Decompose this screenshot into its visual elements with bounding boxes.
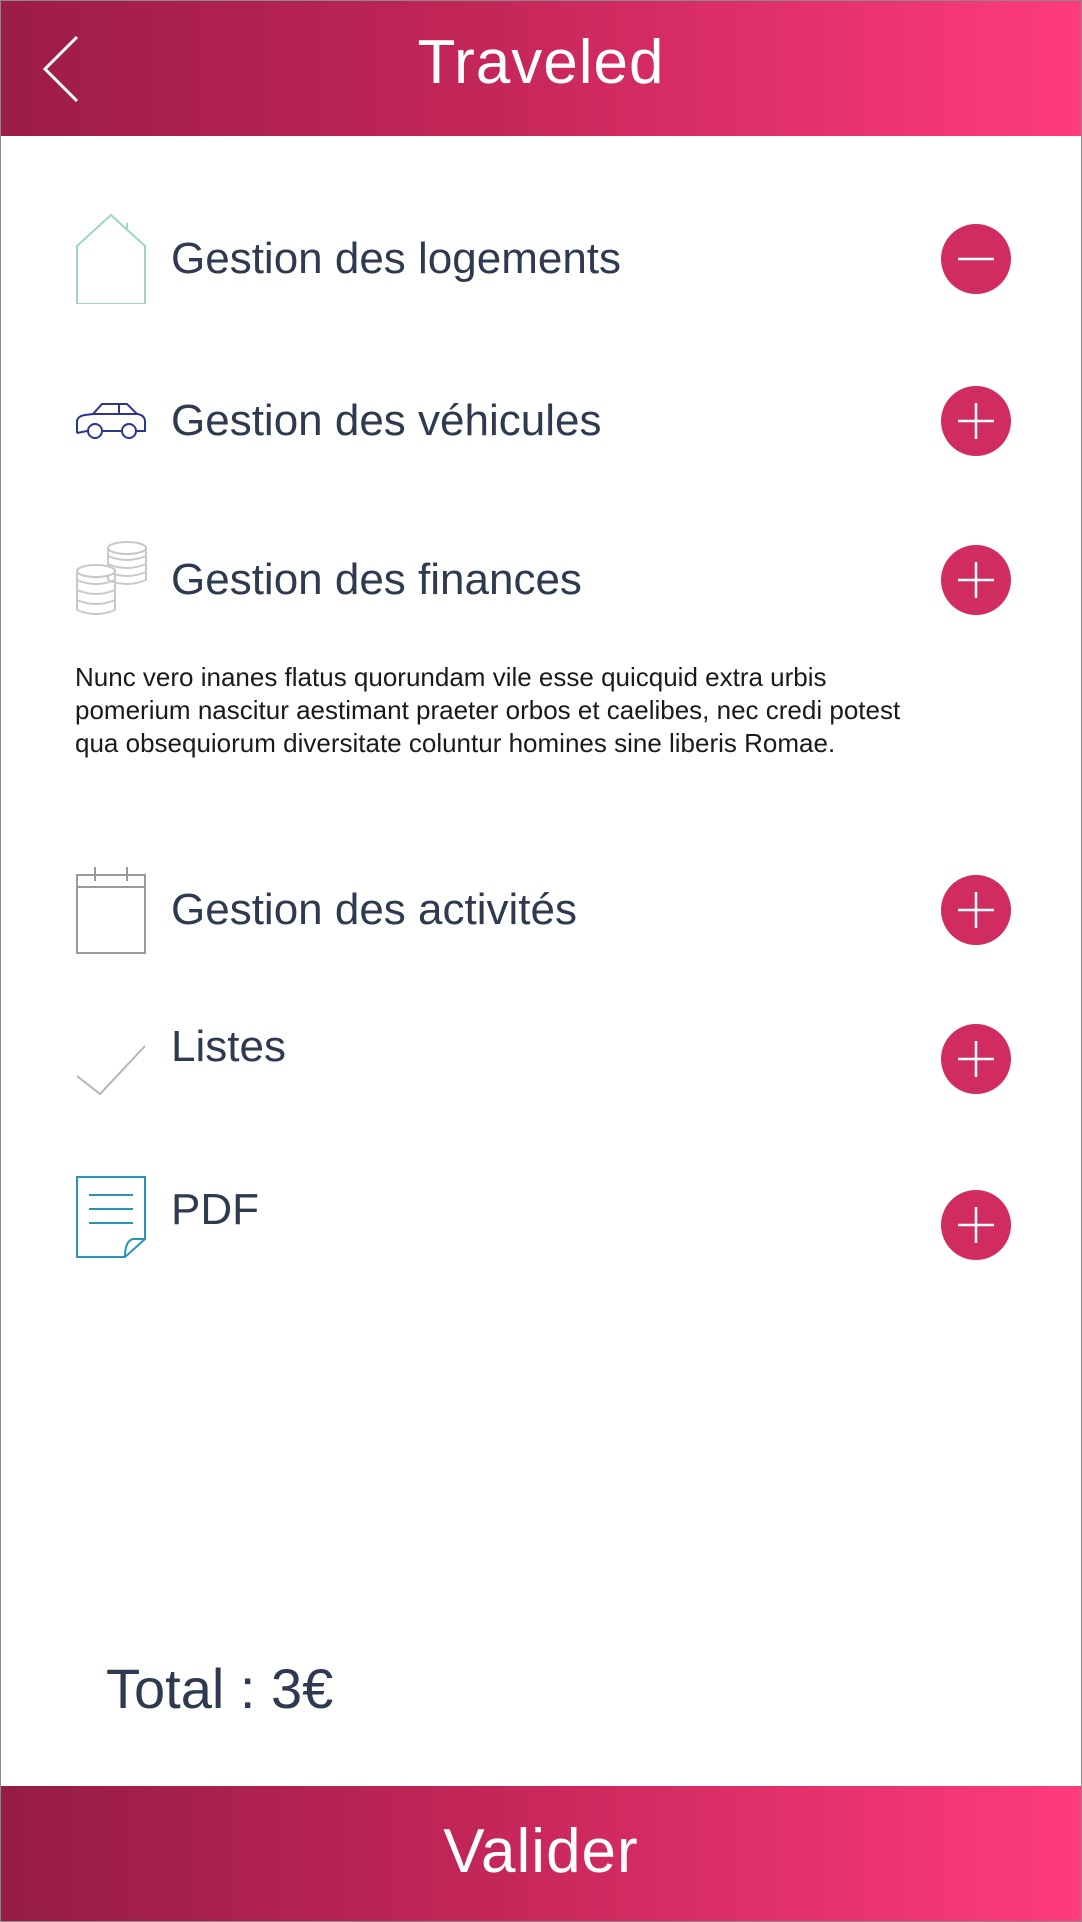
minus-icon: [958, 257, 994, 261]
section-row-logements[interactable]: Gestion des logements: [75, 213, 1011, 305]
section-label: Gestion des activités: [171, 885, 577, 934]
section-row-activites[interactable]: Gestion des activités: [75, 865, 1011, 955]
plus-icon: [958, 892, 994, 928]
plus-icon: [958, 1207, 994, 1243]
validate-button-label: Valider: [443, 1817, 639, 1886]
plus-icon: [958, 403, 994, 439]
page-title: Traveled: [417, 28, 665, 97]
section-label: PDF: [171, 1185, 259, 1234]
calendar-icon: [75, 865, 147, 955]
car-icon: [75, 376, 147, 466]
section-row-listes[interactable]: Listes: [75, 1014, 1011, 1104]
section-row-pdf[interactable]: PDF: [75, 1173, 1011, 1263]
expand-button[interactable]: [941, 386, 1011, 456]
collapse-button[interactable]: [941, 224, 1011, 294]
app-screen: Traveled Gestion des logements Gestion d…: [0, 0, 1082, 1922]
section-label: Gestion des finances: [171, 555, 582, 604]
expand-button[interactable]: [941, 1190, 1011, 1260]
finances-description: Nunc vero inanes flatus quorundam vile e…: [75, 662, 901, 758]
expand-button[interactable]: [941, 1024, 1011, 1094]
house-icon: [75, 213, 147, 305]
section-row-vehicules[interactable]: Gestion des véhicules: [75, 376, 1011, 466]
validate-button[interactable]: Valider: [1, 1786, 1081, 1921]
plus-icon: [958, 1041, 994, 1077]
section-label: Listes: [171, 1022, 286, 1071]
section-label: Gestion des véhicules: [171, 396, 602, 445]
section-label: Gestion des logements: [171, 234, 622, 283]
checkmark-icon: [75, 1014, 147, 1104]
document-icon: [75, 1173, 147, 1263]
section-row-finances[interactable]: Gestion des finances: [75, 535, 1011, 625]
plus-icon: [958, 562, 994, 598]
total-amount: Total : 3€: [106, 1657, 334, 1720]
coins-icon: [75, 535, 147, 625]
expand-button[interactable]: [941, 545, 1011, 615]
expand-button[interactable]: [941, 875, 1011, 945]
top-bar: Traveled: [1, 1, 1081, 136]
